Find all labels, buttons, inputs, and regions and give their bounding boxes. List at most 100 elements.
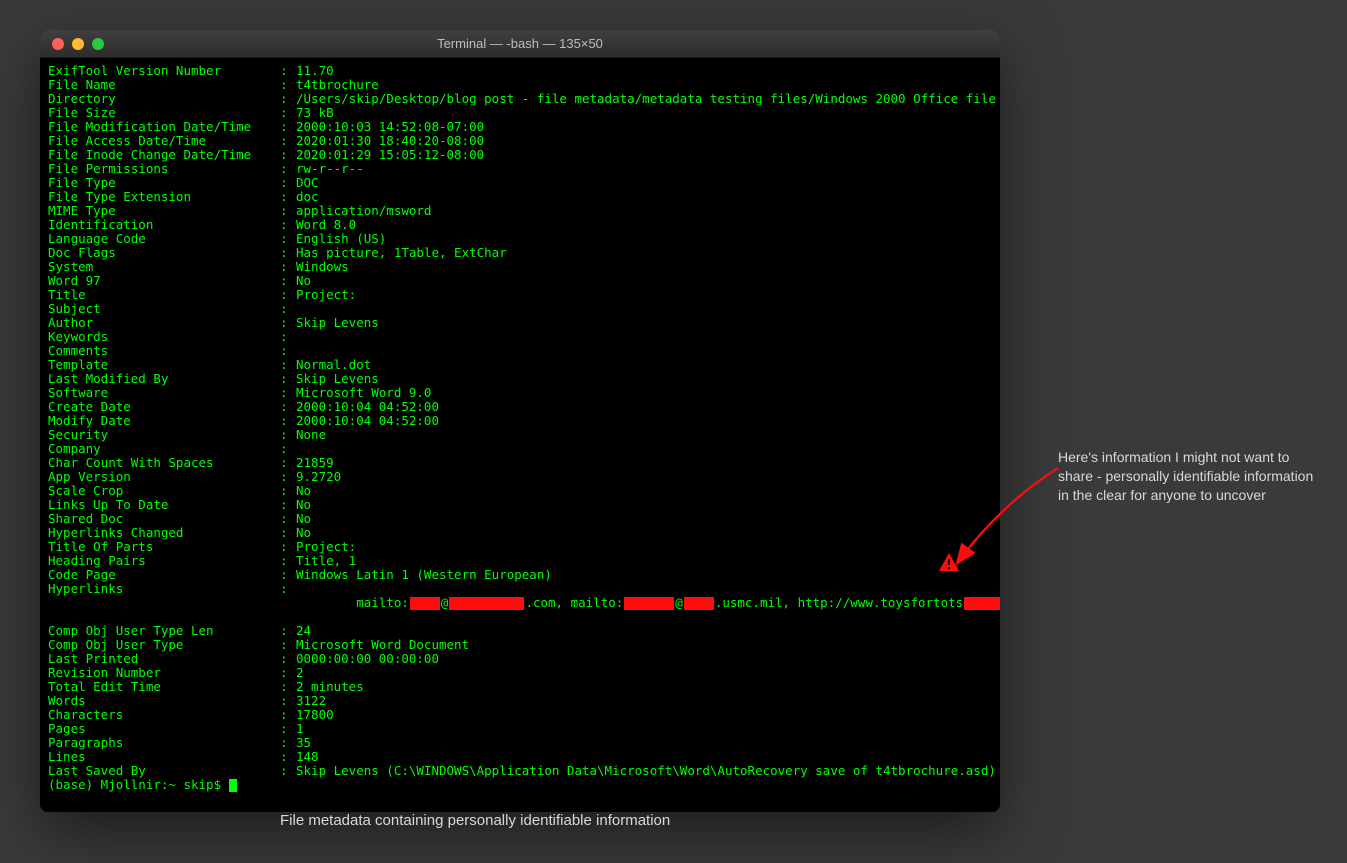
output-key: Modify Date: [48, 414, 280, 428]
output-row: Word 97: No: [48, 274, 992, 288]
output-value: Normal.dot: [296, 358, 992, 372]
output-key: Identification: [48, 218, 280, 232]
titlebar[interactable]: Terminal — -bash — 135×50: [40, 30, 1000, 58]
output-value: No: [296, 526, 992, 540]
output-row: File Type Extension: doc: [48, 190, 992, 204]
output-row: System: Windows: [48, 260, 992, 274]
output-value: 73 kB: [296, 106, 992, 120]
output-key: Directory: [48, 92, 280, 106]
prompt-line[interactable]: (base) Mjollnir:~ skip$: [48, 778, 992, 792]
output-value: Microsoft Word 9.0: [296, 386, 992, 400]
minimize-icon[interactable]: [72, 38, 84, 50]
output-key: File Access Date/Time: [48, 134, 280, 148]
output-row: File Size: 73 kB: [48, 106, 992, 120]
output-value: /Users/skip/Desktop/blog post - file met…: [296, 92, 992, 106]
output-key: Keywords: [48, 330, 280, 344]
output-key: Pages: [48, 722, 280, 736]
output-row: Words: 3122: [48, 694, 992, 708]
output-value: 9.2720: [296, 470, 992, 484]
output-key: ExifTool Version Number: [48, 64, 280, 78]
terminal-window: Terminal — -bash — 135×50 ExifTool Versi…: [40, 30, 1000, 812]
redaction: [449, 597, 524, 610]
output-value: DOC: [296, 176, 992, 190]
output-value: rw-r--r--: [296, 162, 992, 176]
output-value: No: [296, 512, 992, 526]
output-row: Links Up To Date: No: [48, 498, 992, 512]
output-key: Last Saved By: [48, 764, 280, 778]
output-value: No: [296, 484, 992, 498]
output-row: Software: Microsoft Word 9.0: [48, 386, 992, 400]
output-value: Windows: [296, 260, 992, 274]
output-key: Security: [48, 428, 280, 442]
output-value: English (US): [296, 232, 992, 246]
output-value: 2 minutes: [296, 680, 992, 694]
output-row: Heading Pairs: Title, 1: [48, 554, 992, 568]
output-row: MIME Type: application/msword: [48, 204, 992, 218]
output-value: Project:: [296, 540, 992, 554]
output-key: Characters: [48, 708, 280, 722]
output-value: Skip Levens: [296, 372, 992, 386]
output-key: Words: [48, 694, 280, 708]
output-row: Identification: Word 8.0: [48, 218, 992, 232]
output-row: Comp Obj User Type: Microsoft Word Docum…: [48, 638, 992, 652]
output-row: File Access Date/Time: 2020:01:30 18:40:…: [48, 134, 992, 148]
output-row: Security: None: [48, 428, 992, 442]
output-row: Directory: /Users/skip/Desktop/blog post…: [48, 92, 992, 106]
output-key: Scale Crop: [48, 484, 280, 498]
maximize-icon[interactable]: [92, 38, 104, 50]
output-key: System: [48, 260, 280, 274]
output-key: Company: [48, 442, 280, 456]
output-row: Last Saved By: Skip Levens (C:\WINDOWS\A…: [48, 764, 992, 778]
output-key: Total Edit Time: [48, 680, 280, 694]
output-key: Subject: [48, 302, 280, 316]
output-value: doc: [296, 190, 992, 204]
output-row: Comp Obj User Type Len: 24: [48, 624, 992, 638]
output-key: Title Of Parts: [48, 540, 280, 554]
output-value: 11.70: [296, 64, 992, 78]
output-row: Char Count With Spaces: 21859: [48, 456, 992, 470]
output-value: [296, 302, 992, 316]
output-row: Comments:: [48, 344, 992, 358]
output-value: mailto:@.com, mailto:@.usmc.mil, http://…: [296, 582, 992, 624]
output-value: 2020:01:30 18:40:20-08:00: [296, 134, 992, 148]
output-value: No: [296, 498, 992, 512]
redaction: [624, 597, 674, 610]
output-value: [296, 442, 992, 456]
output-row: File Type: DOC: [48, 176, 992, 190]
output-key: Heading Pairs: [48, 554, 280, 568]
output-value: 0000:00:00 00:00:00: [296, 652, 992, 666]
output-value: 35: [296, 736, 992, 750]
output-value: [296, 330, 992, 344]
output-row: Create Date: 2000:10:04 04:52:00: [48, 400, 992, 414]
output-value: Microsoft Word Document: [296, 638, 992, 652]
output-value: 3122: [296, 694, 992, 708]
output-key: File Permissions: [48, 162, 280, 176]
output-key: Comp Obj User Type: [48, 638, 280, 652]
output-value: No: [296, 274, 992, 288]
output-row: Lines: 148: [48, 750, 992, 764]
output-value: t4tbrochure: [296, 78, 992, 92]
caption: File metadata containing personally iden…: [280, 812, 670, 829]
close-icon[interactable]: [52, 38, 64, 50]
output-key: Code Page: [48, 568, 280, 582]
output-key: Word 97: [48, 274, 280, 288]
output-row: Template: Normal.dot: [48, 358, 992, 372]
output-key: File Inode Change Date/Time: [48, 148, 280, 162]
cursor: [229, 779, 237, 792]
redaction: [410, 597, 440, 610]
output-key: Author: [48, 316, 280, 330]
output-row: Last Modified By: Skip Levens: [48, 372, 992, 386]
output-value: 2000:10:03 14:52:08-07:00: [296, 120, 992, 134]
output-key: Language Code: [48, 232, 280, 246]
output-key: File Name: [48, 78, 280, 92]
output-value: 24: [296, 624, 992, 638]
output-row: Scale Crop: No: [48, 484, 992, 498]
output-key: Revision Number: [48, 666, 280, 680]
window-title: Terminal — -bash — 135×50: [40, 36, 1000, 51]
output-key: Paragraphs: [48, 736, 280, 750]
output-value: 2000:10:04 04:52:00: [296, 400, 992, 414]
output-key: MIME Type: [48, 204, 280, 218]
terminal-output[interactable]: ExifTool Version Number: 11.70File Name:…: [40, 58, 1000, 812]
output-key: Last Printed: [48, 652, 280, 666]
output-row: Author: Skip Levens: [48, 316, 992, 330]
